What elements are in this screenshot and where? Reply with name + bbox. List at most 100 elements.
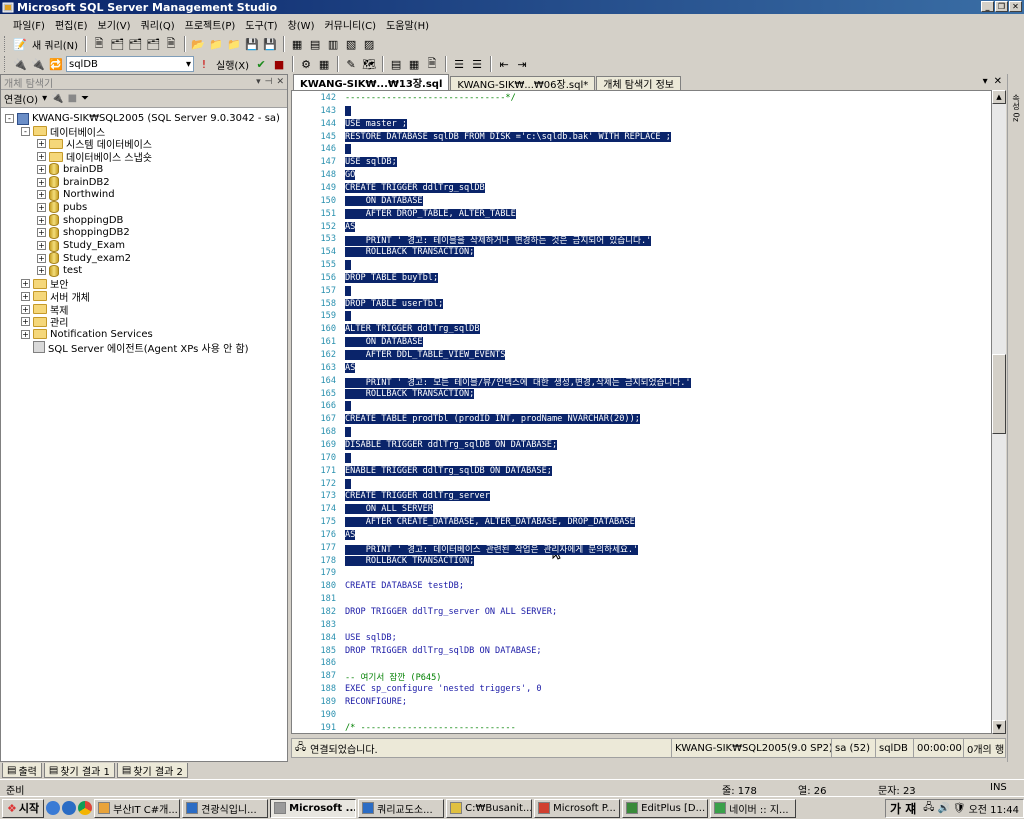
properties-side-tab[interactable]: 속성 0z xyxy=(1007,74,1024,762)
analysis-query-icon[interactable]: 🗂 xyxy=(109,36,125,52)
dmx-query-icon[interactable]: 🗂 xyxy=(145,36,161,52)
tray-volume-icon[interactable]: 🔊 xyxy=(937,803,949,814)
object-explorer-icon[interactable]: ▤ xyxy=(307,36,323,52)
taskbar-button[interactable]: 네이버 :: 지... xyxy=(710,798,797,818)
internet-explorer-icon[interactable] xyxy=(62,801,77,815)
start-button[interactable]: ❖ 시작 xyxy=(2,798,45,818)
panel-menu-icon[interactable]: ▾ xyxy=(256,77,261,87)
taskbar-button[interactable]: EditPlus [D... xyxy=(622,798,709,818)
menu-window[interactable]: 창(W) xyxy=(283,17,320,32)
stop-icon[interactable]: ■ xyxy=(68,93,77,104)
ime-indicator[interactable]: 가 쟤 xyxy=(890,800,916,817)
solution-explorer-icon[interactable]: ▧ xyxy=(343,36,359,52)
tab-06-sql[interactable]: KWANG-SIK₩...₩06장.sql* xyxy=(450,76,596,91)
tab-object-explorer-details[interactable]: 개체 탐색기 정보 xyxy=(596,76,681,91)
tree-item[interactable]: + 데이터베이스 스냅숏 xyxy=(37,150,152,164)
expand-icon[interactable]: + xyxy=(21,304,30,314)
tree-item[interactable]: - KWANG-SIK₩SQL2005 (SQL Server 9.0.3042 … xyxy=(5,112,280,125)
scroll-down-icon[interactable]: ▼ xyxy=(992,720,1006,734)
taskbar-button[interactable]: 견광식입니... xyxy=(182,798,269,818)
connect-icon[interactable]: 🔌 xyxy=(12,56,28,72)
chrome-icon[interactable] xyxy=(78,801,93,815)
database-select[interactable]: sqlDB ▾ xyxy=(66,56,194,72)
expand-icon[interactable]: + xyxy=(21,291,30,301)
tab-find-results-1[interactable]: ▤ 찾기 결과 1 xyxy=(43,763,115,778)
comment-out-icon[interactable]: ☰ xyxy=(451,56,467,72)
menu-community[interactable]: 커뮤니티(C) xyxy=(319,17,381,32)
results-to-file-icon[interactable]: 🗎 xyxy=(424,56,440,72)
sql-editor[interactable]: ◀ ▶ 142-------------------------------*/… xyxy=(291,90,992,734)
vertical-scrollbar[interactable]: ▲ ▼ xyxy=(992,90,1006,734)
pin-icon[interactable]: ⊣ xyxy=(265,77,273,87)
menu-file[interactable]: 파일(F) xyxy=(8,17,50,32)
toolbar-grip[interactable] xyxy=(4,56,7,72)
toolbar-grip[interactable] xyxy=(4,36,7,52)
disconnect-icon[interactable]: 🔌 xyxy=(30,56,46,72)
properties-icon[interactable]: ▨ xyxy=(361,36,377,52)
tray-security-icon[interactable]: 🛡 xyxy=(953,803,966,814)
expand-icon[interactable]: + xyxy=(37,152,46,162)
chevron-down-icon[interactable]: ▾ xyxy=(42,93,47,104)
taskbar-button[interactable]: 부산IT C#개... xyxy=(94,798,181,818)
expand-icon[interactable]: + xyxy=(37,177,46,187)
expand-icon[interactable]: + xyxy=(21,279,30,289)
expand-icon[interactable]: + xyxy=(37,164,46,174)
close-button[interactable]: ✕ xyxy=(1009,1,1022,12)
collapse-icon[interactable]: - xyxy=(21,126,30,136)
vertical-scroll-thumb[interactable] xyxy=(992,354,1006,434)
menu-edit[interactable]: 편집(E) xyxy=(50,17,93,32)
xmla-query-icon[interactable]: 🗎 xyxy=(163,36,179,52)
parse-icon[interactable]: ✔ xyxy=(253,56,269,72)
expand-icon[interactable]: + xyxy=(37,241,46,250)
tree-item[interactable]: + 관리 xyxy=(21,315,68,329)
expand-icon[interactable]: + xyxy=(37,253,46,263)
execute-button[interactable]: 실행(X) xyxy=(214,57,251,72)
decrease-indent-icon[interactable]: ⇤ xyxy=(496,56,512,72)
collapse-icon[interactable]: - xyxy=(5,114,14,123)
menu-project[interactable]: 프로젝트(P) xyxy=(180,17,241,32)
taskbar-button[interactable]: 쿼리교도소... xyxy=(358,798,445,818)
menu-tools[interactable]: 도구(T) xyxy=(240,17,282,32)
expand-icon[interactable]: + xyxy=(37,202,46,212)
menu-view[interactable]: 보기(V) xyxy=(93,17,136,32)
include-plan-icon[interactable]: 🗺 xyxy=(361,56,377,72)
expand-icon[interactable]: + xyxy=(37,190,46,200)
cancel-query-icon[interactable]: ■ xyxy=(271,56,287,72)
tab-output[interactable]: ▤ 출력 xyxy=(2,763,42,778)
expand-icon[interactable]: + xyxy=(37,266,46,276)
template-explorer-icon[interactable]: ▥ xyxy=(325,36,341,52)
expand-icon[interactable]: + xyxy=(21,317,30,327)
taskbar-button[interactable]: Microsoft ... xyxy=(270,798,357,818)
expand-icon[interactable]: + xyxy=(37,215,46,225)
minimize-button[interactable]: _ xyxy=(981,1,994,12)
add-item-icon[interactable]: 📁 xyxy=(226,36,242,52)
open-file-icon[interactable]: 📂 xyxy=(190,36,206,52)
tree-item[interactable]: + Study_exam2 xyxy=(37,252,131,265)
results-to-grid-icon[interactable]: ▦ xyxy=(406,56,422,72)
scroll-up-icon[interactable]: ▲ xyxy=(992,90,1006,104)
clock[interactable]: 오전 11:44 xyxy=(969,801,1019,816)
tree-item[interactable]: + pubs xyxy=(37,201,87,214)
tab-list-icon[interactable]: ▾ xyxy=(983,76,988,87)
tree-item[interactable]: + shoppingDB2 xyxy=(37,226,130,239)
filter-icon[interactable]: ⏷ xyxy=(81,93,89,104)
query-designer-icon[interactable]: ▦ xyxy=(316,56,332,72)
save-all-icon[interactable]: 💾 xyxy=(262,36,278,52)
restore-button[interactable]: ❐ xyxy=(995,1,1008,12)
expand-icon[interactable]: + xyxy=(37,228,46,238)
panel-close-icon[interactable]: ✕ xyxy=(276,77,284,87)
expand-icon[interactable]: + xyxy=(37,139,46,149)
database-engine-query-icon[interactable]: 🗎 xyxy=(91,36,107,52)
change-connection-icon[interactable]: 🔁 xyxy=(48,56,64,72)
expand-icon[interactable]: + xyxy=(21,329,30,339)
increase-indent-icon[interactable]: ⇥ xyxy=(514,56,530,72)
desktop-icon[interactable] xyxy=(46,801,61,815)
menu-help[interactable]: 도움말(H) xyxy=(381,17,434,32)
taskbar-button[interactable]: Microsoft P... xyxy=(534,798,621,818)
save-icon[interactable]: 💾 xyxy=(244,36,260,52)
tab-close-icon[interactable]: ✕ xyxy=(994,76,1002,87)
menu-query[interactable]: 쿼리(Q) xyxy=(136,17,180,32)
connect-server-icon[interactable]: 🔌 xyxy=(51,93,63,104)
results-to-text-icon[interactable]: ▤ xyxy=(388,56,404,72)
taskbar-button[interactable]: C:₩Busanit... xyxy=(446,798,533,818)
